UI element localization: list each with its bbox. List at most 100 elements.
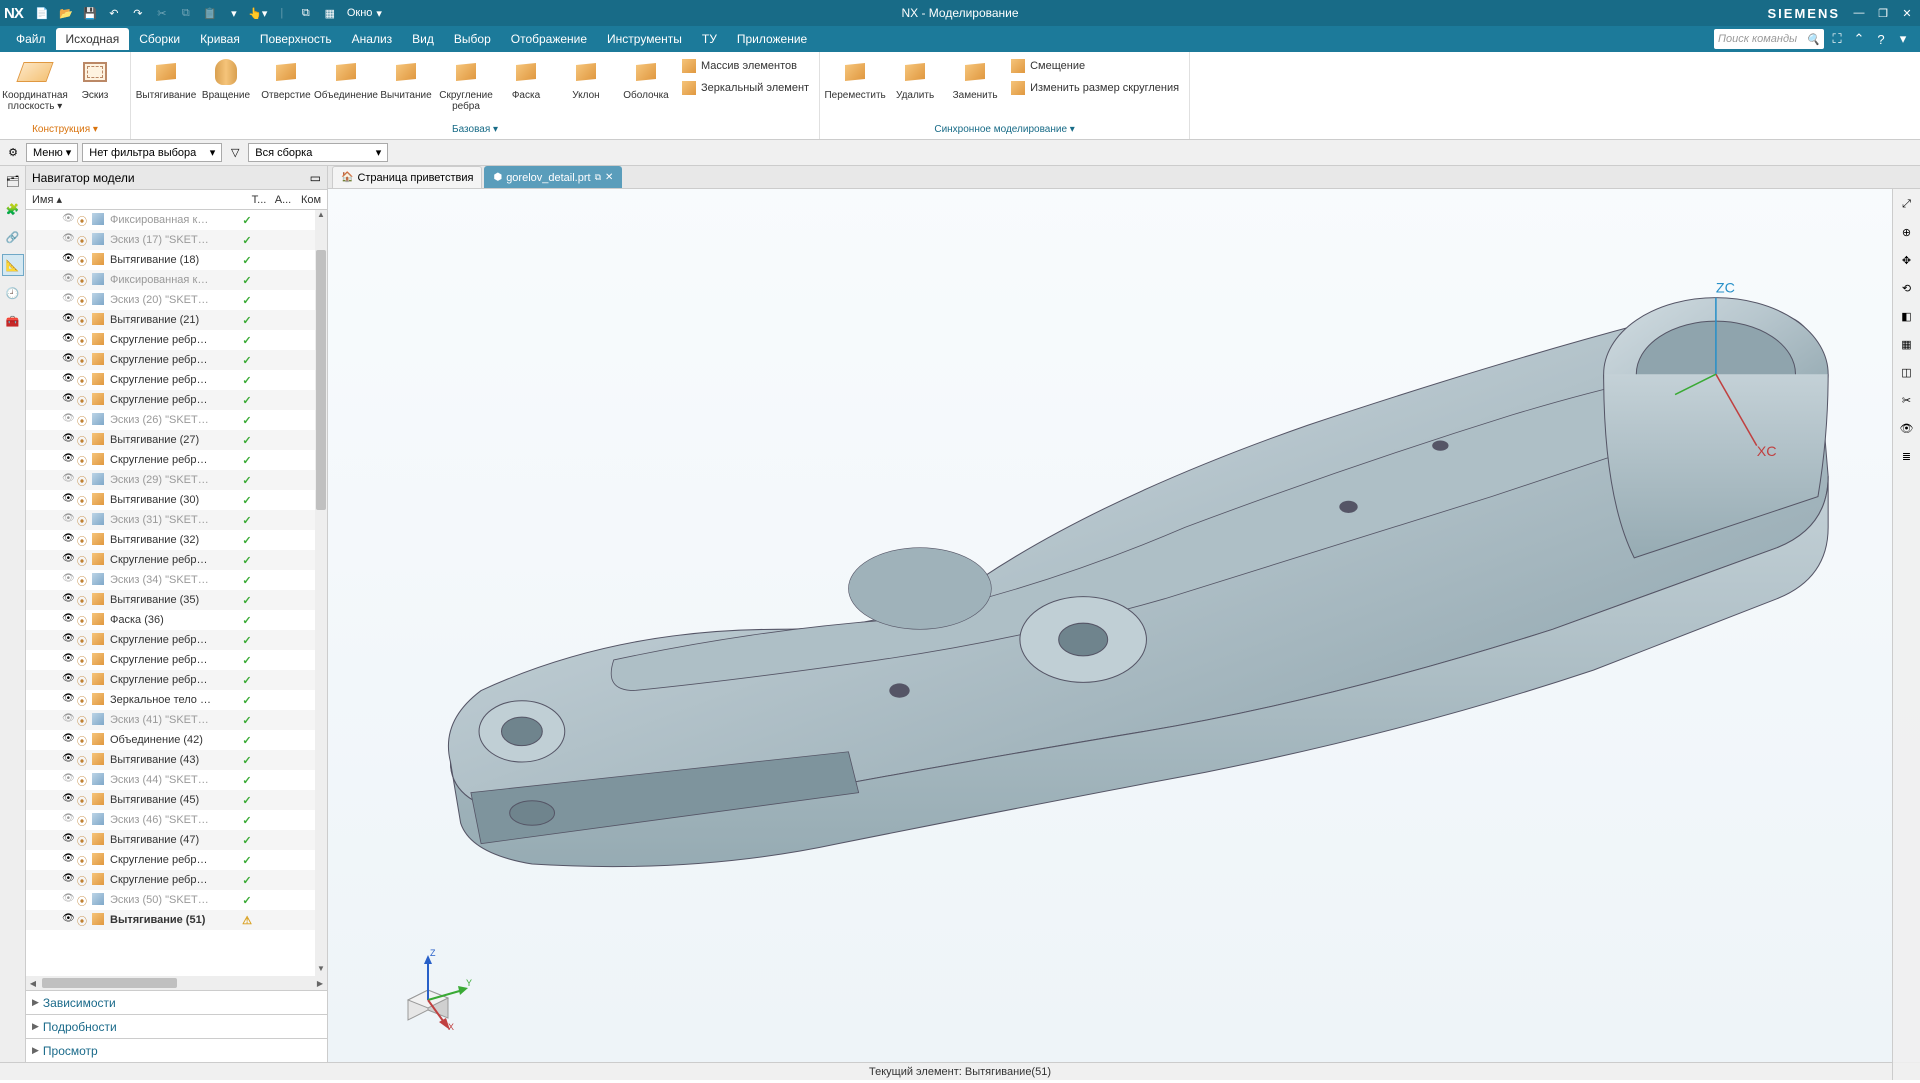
close-icon[interactable]: ✕: [1898, 7, 1916, 20]
section-details[interactable]: ▶Подробности: [26, 1014, 327, 1038]
section-icon[interactable]: ✂: [1896, 389, 1918, 411]
tool-Переместить[interactable]: Переместить: [826, 54, 884, 103]
feature-row[interactable]: 👁⦿Вытягивание (47)✓: [26, 830, 315, 850]
graphics-viewport[interactable]: 🏠Страница приветствия⬢gorelov_detail.prt…: [328, 166, 1920, 1062]
feature-row[interactable]: 👁⦿Фиксированная коорд...✓: [26, 210, 315, 230]
ribbon-tab-2[interactable]: Сборки: [129, 28, 190, 50]
feature-row[interactable]: 👁⦿Вытягивание (32)✓: [26, 530, 315, 550]
feature-row[interactable]: 👁⦿Скругление ребра (37)✓: [26, 630, 315, 650]
feature-row[interactable]: 👁⦿Вытягивание (51)⚠: [26, 910, 315, 930]
scroll-left-icon[interactable]: ◀: [26, 979, 40, 988]
redo-icon[interactable]: ↷: [127, 3, 149, 23]
scroll-right-icon[interactable]: ▶: [313, 979, 327, 988]
cut-icon[interactable]: ✂: [151, 3, 173, 23]
command-search[interactable]: Поиск команды 🔍: [1714, 29, 1824, 49]
feature-row[interactable]: 👁⦿Вытягивание (43)✓: [26, 750, 315, 770]
tool-Координатная[interactable]: Координатная плоскость ▾: [6, 54, 64, 114]
section-dependencies[interactable]: ▶Зависимости: [26, 990, 327, 1014]
window-menu[interactable]: Окно ▾: [347, 7, 382, 20]
ribbon-tab-10[interactable]: ТУ: [692, 28, 727, 50]
ribbon-tab-4[interactable]: Поверхность: [250, 28, 342, 50]
vertical-scrollbar[interactable]: ▲ ▼: [315, 210, 327, 976]
feature-row[interactable]: 👁⦿Объединение (42)✓: [26, 730, 315, 750]
help-icon[interactable]: ?: [1872, 32, 1890, 47]
feature-row[interactable]: 👁⦿Зеркальное тело (40)✓: [26, 690, 315, 710]
doc-tab[interactable]: ⬢gorelov_detail.prt⧉✕: [484, 166, 622, 188]
restore-icon[interactable]: ⧉: [295, 3, 317, 23]
ribbon-tab-5[interactable]: Анализ: [342, 28, 403, 50]
feature-row[interactable]: 👁⦿Эскиз (46) "SKETCH_012"✓: [26, 810, 315, 830]
open-icon[interactable]: 📂: [55, 3, 77, 23]
section-preview[interactable]: ▶Просмотр: [26, 1038, 327, 1062]
roles-icon[interactable]: 🧰: [2, 310, 24, 332]
feature-row[interactable]: 👁⦿Скругление ребра (33)✓: [26, 550, 315, 570]
tile-icon[interactable]: ▦: [319, 3, 341, 23]
fit-view-icon[interactable]: ⤢: [1896, 193, 1918, 215]
feature-row[interactable]: 👁⦿Скругление ребра (38)✓: [26, 650, 315, 670]
tool-Отверстие[interactable]: Отверстие: [257, 54, 315, 103]
constraint-navigator-icon[interactable]: 🔗: [2, 226, 24, 248]
gear-icon[interactable]: ⚙: [4, 144, 22, 162]
feature-row[interactable]: 👁⦿Скругление ребра (25)✓: [26, 390, 315, 410]
feature-row[interactable]: 👁⦿Скругление ребра (23)✓: [26, 350, 315, 370]
feature-row[interactable]: 👁⦿Скругление ребра (24)✓: [26, 370, 315, 390]
layers-icon[interactable]: ≣: [1896, 445, 1918, 467]
ribbon-tab-7[interactable]: Выбор: [444, 28, 501, 50]
copy-icon[interactable]: ⧉: [175, 3, 197, 23]
feature-row[interactable]: 👁⦿Скругление ребра (39)✓: [26, 670, 315, 690]
touch-icon[interactable]: 👆▾: [247, 3, 269, 23]
doc-tab[interactable]: 🏠Страница приветствия: [332, 166, 482, 188]
tool-Заменить[interactable]: Заменить: [946, 54, 1004, 103]
tree-columns[interactable]: Имя ▴ Т... А... Ком: [26, 190, 327, 210]
show-hide-icon[interactable]: 👁: [1896, 417, 1918, 439]
minimize-icon[interactable]: —: [1850, 7, 1868, 20]
feature-row[interactable]: 👁⦿Скругление ребра (22)✓: [26, 330, 315, 350]
menu-button[interactable]: Меню▾: [26, 143, 78, 162]
scroll-up-icon[interactable]: ▲: [315, 210, 327, 222]
tool-Оболочка[interactable]: Оболочка: [617, 54, 675, 103]
ribbon-tab-6[interactable]: Вид: [402, 28, 444, 50]
fullscreen-icon[interactable]: ⛶: [1828, 31, 1846, 47]
ribbon-tab-11[interactable]: Приложение: [727, 28, 817, 50]
history-icon[interactable]: 🕘: [2, 282, 24, 304]
ribbon-tab-8[interactable]: Отображение: [501, 28, 597, 50]
feature-row[interactable]: 👁⦿Скругление ребра (49)✓: [26, 870, 315, 890]
tool-Эскиз[interactable]: Эскиз: [66, 54, 124, 103]
tool-Скругление[interactable]: Скругление ребра: [437, 54, 495, 114]
feature-row[interactable]: 👁⦿Эскиз (17) "SKETCH_004"✓: [26, 230, 315, 250]
perspective-icon[interactable]: ◫: [1896, 361, 1918, 383]
scroll-thumb[interactable]: [316, 250, 326, 510]
ribbon-tab-1[interactable]: Исходная: [56, 28, 130, 50]
selection-filter-combo[interactable]: Нет фильтра выбора▾: [82, 143, 222, 162]
maximize-icon[interactable]: ❐: [1874, 7, 1892, 20]
feature-row[interactable]: 👁⦿Эскиз (26) "SKETCH_006"✓: [26, 410, 315, 430]
undo-icon[interactable]: ↶: [103, 3, 125, 23]
hscroll-thumb[interactable]: [42, 978, 177, 988]
feature-row[interactable]: 👁⦿Скругление ребра (28)✓: [26, 450, 315, 470]
qat-more-icon[interactable]: ▾: [223, 3, 245, 23]
feature-row[interactable]: 👁⦿Эскиз (41) "SKETCH_010"✓: [26, 710, 315, 730]
assembly-navigator-icon[interactable]: 🧩: [2, 198, 24, 220]
feature-row[interactable]: 👁⦿Эскиз (34) "SKETCH_009"✓: [26, 570, 315, 590]
tool-Вытягивание[interactable]: Вытягивание: [137, 54, 195, 103]
feature-row[interactable]: 👁⦿Вытягивание (35)✓: [26, 590, 315, 610]
zoom-icon[interactable]: ⊕: [1896, 221, 1918, 243]
3d-canvas[interactable]: ZC XC Z Y X ⤢ ⊕ ✥ ⟲: [328, 189, 1920, 1080]
feature-row[interactable]: 👁⦿Вытягивание (18)✓: [26, 250, 315, 270]
scroll-down-icon[interactable]: ▼: [315, 964, 327, 976]
tool-Объединение[interactable]: Объединение: [317, 54, 375, 103]
tab-close-icon[interactable]: ✕: [605, 172, 613, 183]
tool-Зеркальный[interactable]: Зеркальный элемент: [677, 78, 813, 98]
new-icon[interactable]: 📄: [31, 3, 53, 23]
tool-Изменить[interactable]: Изменить размер скругления: [1006, 78, 1183, 98]
tool-Смещение[interactable]: Смещение: [1006, 56, 1183, 76]
feature-row[interactable]: 👁⦿Вытягивание (45)✓: [26, 790, 315, 810]
feature-tree[interactable]: 👁⦿Фиксированная коорд...✓👁⦿Эскиз (17) "S…: [26, 210, 327, 976]
feature-row[interactable]: 👁⦿Вытягивание (21)✓: [26, 310, 315, 330]
wireframe-icon[interactable]: ▦: [1896, 333, 1918, 355]
feature-row[interactable]: 👁⦿Эскиз (29) "SKETCH_007"✓: [26, 470, 315, 490]
paste-icon[interactable]: 📋: [199, 3, 221, 23]
tool-Удалить[interactable]: Удалить: [886, 54, 944, 103]
model-navigator-icon[interactable]: 📐: [2, 254, 24, 276]
tool-Массив[interactable]: Массив элементов: [677, 56, 813, 76]
